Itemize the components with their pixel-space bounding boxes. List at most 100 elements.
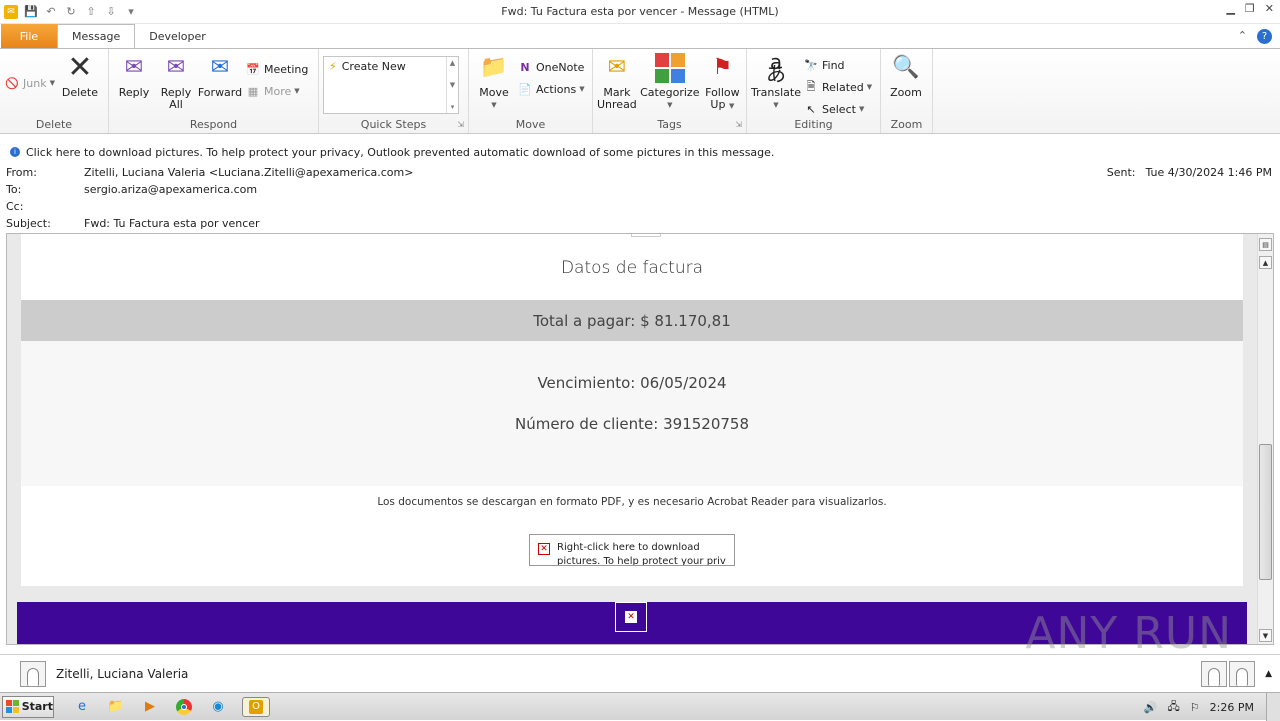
- redo-icon[interactable]: ↻: [64, 5, 78, 19]
- customize-toolbar-icon[interactable]: ▾: [124, 5, 138, 19]
- tags-group: ✉ Mark Unread Categorize ▼ ⚑ Follow Up ▼…: [593, 49, 747, 133]
- quick-steps-gallery[interactable]: ⚡ Create New ▲ ▼ ▾: [323, 56, 459, 114]
- tab-developer[interactable]: Developer: [135, 24, 220, 48]
- footer-blocked-image[interactable]: ✕: [615, 602, 647, 632]
- flag-tray-icon[interactable]: ⚐: [1190, 701, 1200, 714]
- from-row: From: Zitelli, Luciana Valeria <Luciana.…: [6, 166, 413, 179]
- outlook-taskbar-icon[interactable]: O: [242, 696, 270, 717]
- meeting-button[interactable]: 📅 Meeting: [245, 60, 308, 78]
- quick-steps-scroll[interactable]: ▲ ▼ ▾: [446, 57, 458, 113]
- scroll-down-icon[interactable]: ▼: [1259, 629, 1272, 642]
- network-icon[interactable]: 🖧: [1168, 698, 1180, 717]
- blocked-image[interactable]: ✕ Right-click here to download pictures.…: [529, 534, 735, 566]
- expand-people-pane-icon[interactable]: ▲: [1265, 669, 1272, 679]
- message-scrollbar[interactable]: ▤ ▲ ▼: [1257, 234, 1273, 644]
- help-icon[interactable]: ?: [1257, 29, 1272, 44]
- more-respond-button[interactable]: ▦ More ▼: [245, 82, 308, 100]
- top-image-placeholder: [631, 234, 661, 237]
- delete-x-icon: ✕: [67, 50, 93, 85]
- system-tray: 🔊 🖧 ⚐ 2:26 PM: [1144, 693, 1280, 721]
- title-bar: ✉ 💾 ↶ ↻ ⇧ ⇩ ▾ Fwd: Tu Factura esta por v…: [0, 0, 1280, 24]
- editing-group: aあ Translate ▼ 🔭 Find 🗎 Related ▼ ↖ Sele…: [747, 49, 881, 133]
- window-controls: ▁ ❐ ✕: [1226, 2, 1274, 15]
- expand-gallery-icon[interactable]: ▾: [451, 103, 455, 111]
- sent-label: Sent:: [1106, 166, 1136, 179]
- reply-icon: ✉: [124, 55, 144, 80]
- scroll-up-icon[interactable]: ▲: [1259, 256, 1272, 269]
- select-button[interactable]: ↖ Select ▼: [803, 100, 872, 118]
- save-icon[interactable]: 💾: [24, 5, 38, 19]
- group-label: Zoom: [890, 118, 923, 131]
- flag-icon: ⚑: [712, 55, 733, 80]
- internet-explorer-icon[interactable]: e: [72, 697, 92, 717]
- related-button[interactable]: 🗎 Related ▼: [803, 78, 873, 96]
- group-label: Move: [515, 118, 546, 131]
- reply-all-icon: ✉: [166, 55, 186, 80]
- chevron-down-icon: ▼: [773, 101, 779, 109]
- minimize-icon[interactable]: ▁: [1226, 2, 1234, 15]
- subject-value: Fwd: Tu Factura esta por vencer: [84, 217, 260, 230]
- binoculars-icon: 🔭: [804, 58, 818, 72]
- group-label: Tags: [657, 118, 682, 131]
- respond-group: ✉ Reply ✉ Reply All ✉ Forward 📅 Meeting …: [109, 49, 319, 133]
- show-desktop-button[interactable]: [1266, 693, 1280, 721]
- people-pane-controls: ▲: [1201, 661, 1272, 687]
- blocked-image-text: Right-click here to download pictures. T…: [557, 542, 726, 566]
- to-value[interactable]: sergio.ariza@apexamerica.com: [84, 183, 257, 196]
- window-title: Fwd: Tu Factura esta por vencer - Messag…: [501, 5, 779, 18]
- broken-image-icon: ✕: [625, 611, 637, 623]
- minimize-ribbon-icon[interactable]: ⌃: [1238, 29, 1247, 44]
- subject-label: Subject:: [6, 217, 51, 230]
- outlook-app-icon[interactable]: ✉: [4, 4, 18, 19]
- scroll-thumb[interactable]: [1259, 444, 1272, 580]
- avatar[interactable]: [20, 660, 46, 687]
- info-icon: i: [10, 147, 20, 157]
- chevron-up-icon[interactable]: ▲: [450, 59, 455, 67]
- more-icon: ▦: [247, 84, 259, 98]
- scroll-options-icon[interactable]: ▤: [1259, 238, 1272, 251]
- forward-icon: ✉: [210, 55, 230, 80]
- envelope-icon: ✉: [607, 55, 627, 80]
- edge-icon[interactable]: ◉: [208, 697, 228, 717]
- find-button[interactable]: 🔭 Find: [803, 56, 872, 74]
- from-value[interactable]: Zitelli, Luciana Valeria <Luciana.Zitell…: [84, 166, 413, 179]
- ribbon-tabs: File Message Developer ⌃ ?: [0, 24, 1280, 48]
- chrome-icon[interactable]: [174, 697, 194, 717]
- chevron-down-icon: ▼: [579, 85, 585, 93]
- download-pictures-infobar[interactable]: i Click here to download pictures. To he…: [0, 144, 1280, 160]
- undo-icon[interactable]: ↶: [44, 5, 58, 19]
- tab-message[interactable]: Message: [57, 24, 136, 48]
- avatar[interactable]: [1229, 661, 1256, 687]
- clock[interactable]: 2:26 PM: [1210, 701, 1254, 714]
- client-number: Número de cliente: 391520758: [514, 415, 749, 433]
- categorize-icon: [654, 52, 686, 84]
- taskbar: Start e 📁 ▶ ◉ O 🔊 🖧 ⚐ 2:26 PM: [0, 692, 1280, 721]
- sender-name[interactable]: Zitelli, Luciana Valeria: [56, 667, 188, 681]
- tab-file[interactable]: File: [1, 24, 57, 48]
- next-item-icon[interactable]: ⇩: [104, 5, 118, 19]
- cc-row: Cc:: [6, 200, 84, 213]
- restore-icon[interactable]: ❐: [1245, 2, 1255, 15]
- avatar[interactable]: [1201, 661, 1228, 687]
- delete-group: 🚫 Junk ▼ ✕ Delete Delete: [0, 49, 109, 133]
- actions-button[interactable]: 📄 Actions ▼: [517, 80, 585, 98]
- close-icon[interactable]: ✕: [1265, 2, 1274, 15]
- chevron-down-icon: ▼: [491, 101, 497, 109]
- previous-item-icon[interactable]: ⇧: [84, 5, 98, 19]
- quick-steps-group: ⚡ Create New ▲ ▼ ▾ ⇲ Quick Steps: [319, 49, 469, 133]
- onenote-button[interactable]: N OneNote: [517, 58, 585, 76]
- media-player-icon[interactable]: ▶: [140, 697, 160, 717]
- volume-icon[interactable]: 🔊: [1144, 701, 1158, 714]
- file-explorer-icon[interactable]: 📁: [106, 697, 126, 717]
- group-label: Quick Steps: [360, 118, 427, 131]
- quick-step-create-new[interactable]: ⚡ Create New: [324, 57, 458, 76]
- sent-row: Sent: Tue 4/30/2024 1:46 PM: [1107, 166, 1272, 179]
- subject-row: Subject: Fwd: Tu Factura esta por vencer: [6, 217, 260, 230]
- quick-access-toolbar: ✉ 💾 ↶ ↻ ⇧ ⇩ ▾: [0, 4, 138, 19]
- watermark: ANY RUN: [1025, 608, 1232, 659]
- start-button[interactable]: Start: [2, 695, 54, 718]
- junk-button[interactable]: 🚫 Junk ▼: [4, 74, 55, 92]
- chevron-down-icon[interactable]: ▼: [450, 81, 455, 89]
- message-body[interactable]: Datos de factura Total a pagar: $ 81.170…: [6, 233, 1274, 645]
- broken-image-icon: ✕: [538, 543, 550, 555]
